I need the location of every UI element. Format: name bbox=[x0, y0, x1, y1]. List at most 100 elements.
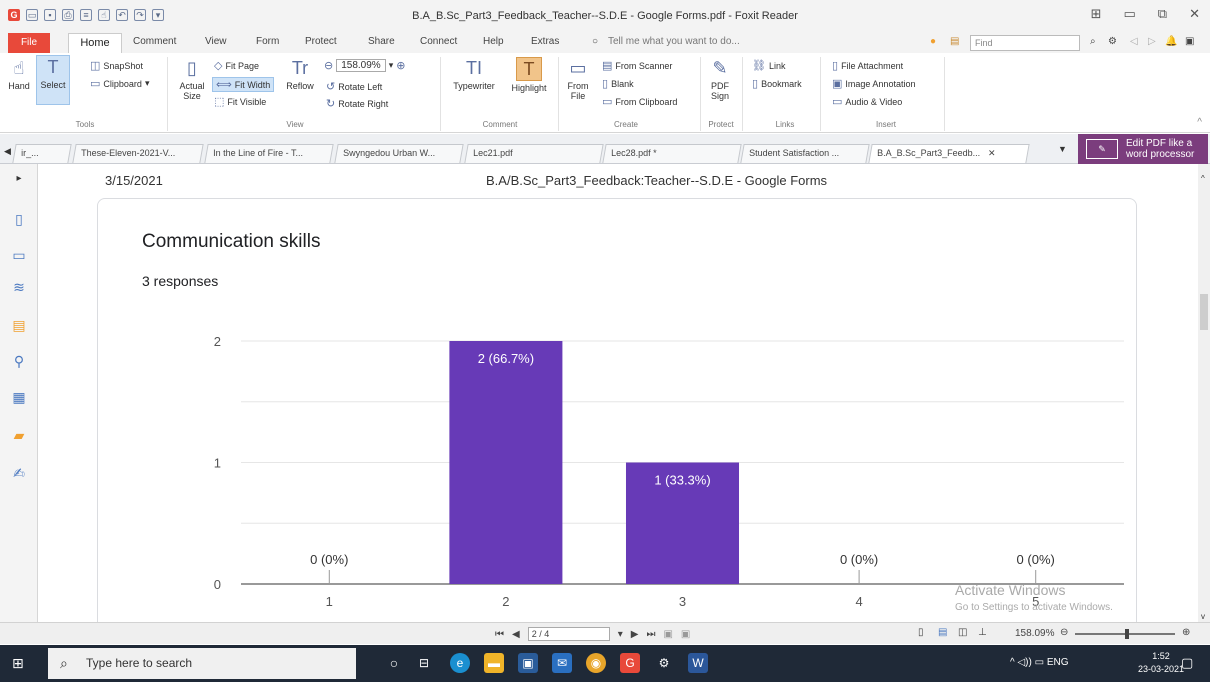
scroll-thumb[interactable] bbox=[1200, 294, 1208, 330]
notification-icon[interactable]: 🔔 bbox=[1165, 36, 1177, 47]
sign-pen-icon[interactable]: ✍ bbox=[10, 464, 28, 482]
close-button[interactable]: ✕ bbox=[1189, 6, 1200, 22]
edit-pdf-banner[interactable]: ✎ Edit PDF like a word processor bbox=[1078, 134, 1208, 164]
collapse-ribbon-icon[interactable]: ^ bbox=[1197, 117, 1202, 128]
pdf-sign-button[interactable]: ✎ PDF Sign bbox=[704, 57, 736, 101]
taskbar-clock[interactable]: 1:52 23-03-2021 bbox=[1138, 650, 1184, 676]
hand-tool-button[interactable]: ☝ Hand bbox=[4, 57, 34, 91]
notifications-icon[interactable]: ▢ bbox=[1181, 655, 1193, 671]
first-page-icon[interactable]: ⏮ bbox=[495, 629, 504, 640]
zoom-slider-handle[interactable] bbox=[1125, 629, 1129, 639]
restore-button[interactable]: ⧉ bbox=[1158, 6, 1167, 22]
zoom-select[interactable]: 158.09% bbox=[336, 59, 386, 72]
minimize-button[interactable]: ▭ bbox=[1124, 6, 1136, 22]
tab-form[interactable]: Form bbox=[256, 36, 279, 47]
split-icon[interactable]: ⊥ bbox=[978, 627, 987, 638]
next-view-icon[interactable]: ▣ bbox=[681, 629, 690, 640]
search-icon[interactable]: ⌕ bbox=[1090, 36, 1096, 47]
fit-page-button[interactable]: ◇ Fit Page bbox=[214, 59, 259, 72]
doc-tab-active[interactable]: B.A_B.Sc_Part3_Feedb... ✕ bbox=[868, 144, 1030, 163]
zoom-out-icon[interactable]: ⊖ bbox=[324, 59, 333, 72]
doc-tab[interactable]: In the Line of Fire - T... bbox=[204, 144, 334, 163]
doc-tab[interactable]: These-Eleven-2021-V... bbox=[72, 144, 204, 163]
zoom-in-icon[interactable]: ⊕ bbox=[396, 59, 405, 72]
find-input[interactable]: Find bbox=[970, 35, 1080, 51]
rotate-left-button[interactable]: ↺ Rotate Left bbox=[326, 80, 382, 93]
tab-comment[interactable]: Comment bbox=[133, 36, 176, 47]
vertical-scrollbar[interactable]: ^ v bbox=[1198, 164, 1210, 631]
close-tab-icon[interactable]: ✕ bbox=[988, 148, 996, 159]
image-annotation-button[interactable]: ▣ Image Annotation bbox=[832, 77, 915, 90]
cortana-icon[interactable]: ○ bbox=[384, 653, 404, 673]
scroll-tabs-left-icon[interactable]: ◀ bbox=[4, 146, 11, 157]
layers-icon[interactable]: ≋ bbox=[10, 278, 28, 296]
ribbon-options-icon[interactable]: ⊞ bbox=[1091, 6, 1102, 22]
chevron-down-icon[interactable]: ▾ bbox=[389, 60, 394, 71]
network-icon[interactable]: ▭ bbox=[1035, 657, 1044, 668]
security-lock-icon[interactable]: ▰ bbox=[10, 426, 28, 444]
next-result-icon[interactable]: ▷ bbox=[1148, 36, 1156, 47]
tab-file[interactable]: File bbox=[8, 33, 50, 53]
file-attachment-button[interactable]: ▯ File Attachment bbox=[832, 59, 903, 72]
windows-start-icon[interactable]: ⊞ bbox=[12, 655, 24, 672]
edge-browser-icon[interactable]: e bbox=[450, 653, 470, 673]
store-icon[interactable]: ▣ bbox=[518, 653, 538, 673]
zoom-in-icon[interactable]: ⊕ bbox=[1182, 627, 1190, 638]
doc-tab[interactable]: ir_... bbox=[12, 144, 72, 163]
tray-chevron-icon[interactable]: ^ bbox=[1010, 657, 1015, 668]
tips-icon[interactable]: ● bbox=[930, 36, 936, 47]
select-tool-button[interactable]: T Select bbox=[36, 55, 70, 105]
file-explorer-icon[interactable]: ▬ bbox=[484, 653, 504, 673]
tab-protect[interactable]: Protect bbox=[305, 36, 337, 47]
from-file-button[interactable]: ▭ From File bbox=[563, 57, 593, 101]
typewriter-button[interactable]: TI Typewriter bbox=[446, 57, 502, 91]
scroll-up-icon[interactable]: ^ bbox=[1201, 174, 1205, 183]
tab-connect[interactable]: Connect bbox=[420, 36, 457, 47]
audio-video-button[interactable]: ▭ Audio & Video bbox=[832, 95, 902, 108]
doc-tab[interactable]: Student Satisfaction ... bbox=[740, 144, 870, 163]
continuous-icon[interactable]: ▤ bbox=[938, 627, 947, 638]
prev-page-icon[interactable]: ◀ bbox=[512, 629, 520, 640]
zoom-level[interactable]: 158.09% bbox=[1015, 628, 1054, 639]
foxit-taskbar-icon[interactable]: G bbox=[620, 653, 640, 673]
fit-visible-button[interactable]: ⬚ Fit Visible bbox=[214, 95, 266, 108]
from-scanner-button[interactable]: ▤ From Scanner bbox=[602, 59, 672, 72]
single-page-icon[interactable]: ▯ bbox=[918, 627, 924, 638]
next-page-icon[interactable]: ▶ bbox=[631, 629, 639, 640]
tab-view[interactable]: View bbox=[205, 36, 227, 47]
pages-icon[interactable]: ▭ bbox=[10, 246, 28, 264]
page-number-input[interactable]: 2 / 4 bbox=[527, 627, 610, 641]
blank-button[interactable]: ▯ Blank bbox=[602, 77, 634, 90]
taskbar-search-box[interactable]: ⌕ Type here to search bbox=[48, 648, 356, 679]
zoom-out-icon[interactable]: ⊖ bbox=[1060, 627, 1068, 638]
doc-tab[interactable]: Lec21.pdf bbox=[464, 144, 604, 163]
tell-me-box[interactable]: Tell me what you want to do... bbox=[608, 36, 740, 47]
scroll-down-icon[interactable]: v bbox=[1201, 612, 1205, 621]
highlight-button[interactable]: T Highlight bbox=[506, 57, 552, 93]
actual-size-button[interactable]: ▯ Actual Size bbox=[174, 57, 210, 101]
bookmarks-icon[interactable]: ▯ bbox=[10, 210, 28, 228]
last-page-icon[interactable]: ⏭ bbox=[646, 629, 655, 640]
settings-icon[interactable]: ⚙ bbox=[1108, 36, 1117, 47]
chrome-icon[interactable]: ◉ bbox=[586, 653, 606, 673]
bookmark-button[interactable]: ▯ Bookmark bbox=[752, 77, 802, 90]
signatures-icon[interactable]: ▦ bbox=[10, 388, 28, 406]
volume-icon[interactable]: ◁)) bbox=[1017, 657, 1031, 668]
snapshot-button[interactable]: ◫ SnapShot bbox=[90, 59, 143, 72]
word-icon[interactable]: W bbox=[688, 653, 708, 673]
tab-extras[interactable]: Extras bbox=[531, 36, 559, 47]
fit-width-button[interactable]: ⟺ Fit Width bbox=[212, 77, 275, 92]
reflow-button[interactable]: Tr Reflow bbox=[282, 57, 318, 91]
mail-icon[interactable]: ✉ bbox=[552, 653, 572, 673]
user-icon[interactable]: ▣ bbox=[1185, 36, 1194, 47]
tab-home[interactable]: Home bbox=[68, 33, 122, 54]
clipboard-button[interactable]: ▭ Clipboard ▾ bbox=[90, 77, 149, 90]
tab-share[interactable]: Share bbox=[368, 36, 395, 47]
link-button[interactable]: ⛓ Link bbox=[752, 59, 785, 72]
tab-list-chevron-icon[interactable]: ▼ bbox=[1058, 144, 1067, 154]
facing-icon[interactable]: ◫ bbox=[958, 627, 967, 638]
task-view-icon[interactable]: ⊟ bbox=[414, 653, 434, 673]
tab-help[interactable]: Help bbox=[483, 36, 504, 47]
chevron-down-icon[interactable]: ▾ bbox=[618, 629, 623, 640]
doc-tab[interactable]: Swyngedou Urban W... bbox=[334, 144, 464, 163]
